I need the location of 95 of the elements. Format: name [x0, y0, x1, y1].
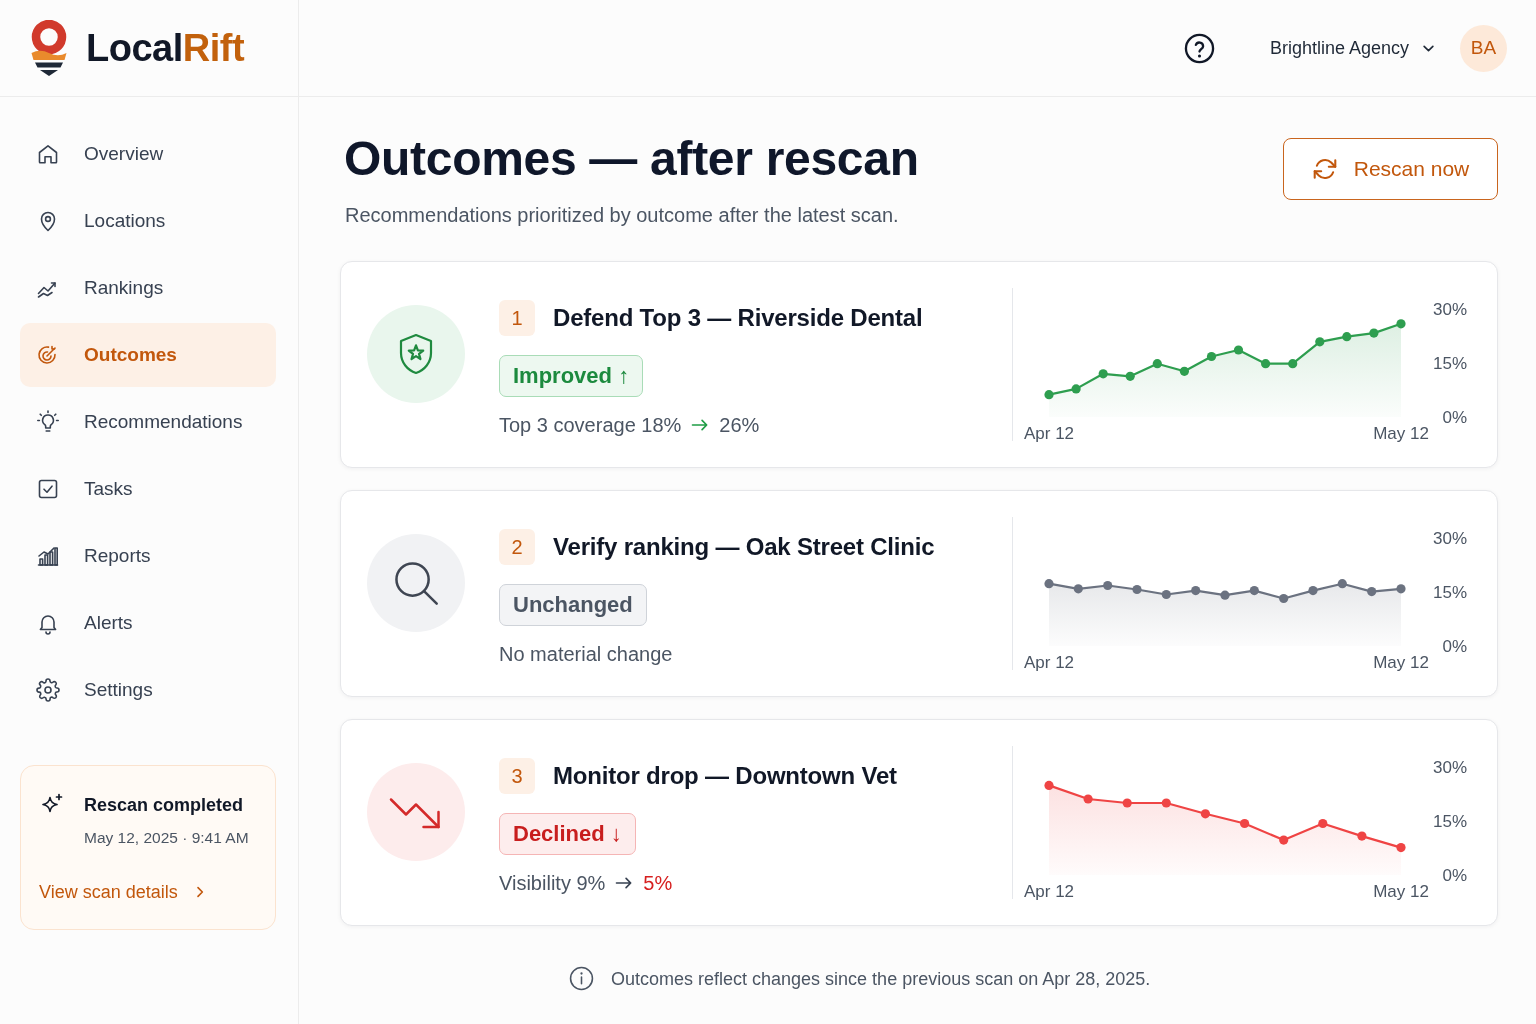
point: [1357, 831, 1367, 841]
axis-tick-label: Apr 12: [1023, 881, 1075, 901]
point: [1220, 590, 1230, 600]
axis-tick-label: 30%: [1432, 757, 1467, 777]
point: [1179, 366, 1189, 376]
nav-item[interactable]: Recommendations: [20, 390, 276, 454]
help-icon[interactable]: [1183, 32, 1215, 64]
scan-timestamp: May 12, 2025 · 9:41 AM: [84, 828, 249, 848]
axis-tick-label: 15%: [1432, 582, 1467, 602]
home-icon: [36, 142, 60, 166]
axis-tick-label: 30%: [1432, 299, 1467, 319]
nav-item[interactable]: Locations: [20, 189, 276, 253]
point: [1249, 586, 1259, 596]
gear-icon: [36, 678, 60, 702]
metric-text: No material change: [499, 642, 673, 667]
axis-tick-label: 15%: [1432, 353, 1467, 373]
point: [1279, 835, 1289, 845]
point: [1044, 780, 1054, 790]
card-title: Monitor drop — Downtown Vet: [553, 761, 897, 791]
axis-tick-label: May 12: [1373, 423, 1429, 443]
footnote-text: Outcomes reflect changes since the previous scan on Apr 28, 2025.: [611, 967, 1151, 991]
point: [1337, 579, 1347, 589]
info-icon: [569, 966, 594, 991]
card-title: Verify ranking — Oak Street Clinic: [553, 532, 935, 562]
rank-badge: 1: [499, 300, 535, 336]
point: [1261, 359, 1271, 369]
lightbulb-icon: [36, 410, 60, 434]
logo-text: LocalRift: [86, 26, 245, 71]
metric-value: 5%: [643, 871, 673, 896]
point: [1279, 593, 1289, 604]
point: [1083, 794, 1093, 804]
point: [1318, 818, 1328, 829]
nav-item[interactable]: Tasks: [20, 457, 276, 521]
metric-text: Visibility 9%: [499, 871, 606, 896]
rank-badge: 3: [499, 758, 535, 794]
axis-tick-label: Apr 12: [1023, 423, 1075, 443]
trend-down-icon: [367, 763, 465, 861]
point: [1044, 579, 1054, 589]
point: [1342, 332, 1352, 342]
rescan-button[interactable]: Rescan now: [1283, 138, 1498, 200]
point: [1200, 809, 1210, 819]
card-title: Defend Top 3 — Riverside Dental: [553, 303, 923, 333]
axis-tick-label: 0%: [1442, 865, 1467, 885]
nav-item[interactable]: Outcomes: [20, 323, 276, 387]
checkbox-icon: [36, 477, 60, 501]
account-switcher[interactable]: Brightline Agency: [1269, 37, 1436, 59]
axis-tick-label: May 12: [1373, 881, 1429, 901]
point: [1161, 589, 1171, 600]
point: [1073, 584, 1083, 594]
bar-chart-icon: [36, 544, 60, 568]
status-badge: Declined ↓: [499, 813, 636, 855]
refresh-icon: [1311, 156, 1338, 182]
point: [1369, 328, 1379, 338]
point: [1098, 369, 1108, 379]
point: [1122, 798, 1132, 808]
point: [1315, 337, 1325, 347]
point: [1396, 584, 1406, 594]
axis-tick-label: 0%: [1442, 636, 1467, 656]
page-subtitle: Recommendations prioritized by outcome after the latest scan.: [345, 203, 900, 228]
point: [1396, 843, 1406, 853]
point: [1071, 384, 1081, 394]
point: [1103, 580, 1113, 591]
axis-tick-label: 30%: [1432, 528, 1467, 548]
point: [1044, 390, 1054, 400]
point: [1396, 319, 1406, 329]
avatar[interactable]: BA: [1460, 24, 1507, 72]
point: [1191, 586, 1201, 596]
scan-title: Rescan completed: [84, 794, 245, 817]
axis-tick-label: 15%: [1432, 811, 1467, 831]
rank-badge: 2: [499, 529, 535, 565]
point: [1308, 586, 1318, 596]
axis-tick-label: Apr 12: [1023, 652, 1075, 672]
point: [1152, 359, 1162, 369]
nav-item[interactable]: Rankings: [20, 256, 276, 320]
nav-item[interactable]: Alerts: [20, 591, 276, 655]
nav-item[interactable]: Settings: [20, 658, 276, 722]
axis-tick-label: 0%: [1442, 407, 1467, 427]
page-title: Outcomes — after rescan: [344, 131, 919, 187]
axis-tick-label: May 12: [1373, 652, 1429, 672]
point: [1233, 345, 1244, 355]
metric-text: Top 3 coverage 18%: [499, 413, 682, 438]
status-badge: Unchanged: [499, 584, 647, 626]
metric-value: 26%: [719, 413, 760, 438]
status-badge: Improved ↑: [499, 355, 644, 397]
point: [1132, 584, 1142, 595]
point: [1367, 587, 1377, 597]
view-scan-details-link[interactable]: View scan details: [39, 880, 208, 904]
search-icon: [367, 534, 465, 632]
point: [1206, 351, 1217, 362]
point: [1161, 798, 1171, 808]
point: [1125, 371, 1135, 381]
nav-item[interactable]: Reports: [20, 524, 276, 588]
nav-item[interactable]: Overview: [20, 122, 276, 186]
point: [1240, 818, 1250, 829]
point: [1288, 359, 1298, 369]
